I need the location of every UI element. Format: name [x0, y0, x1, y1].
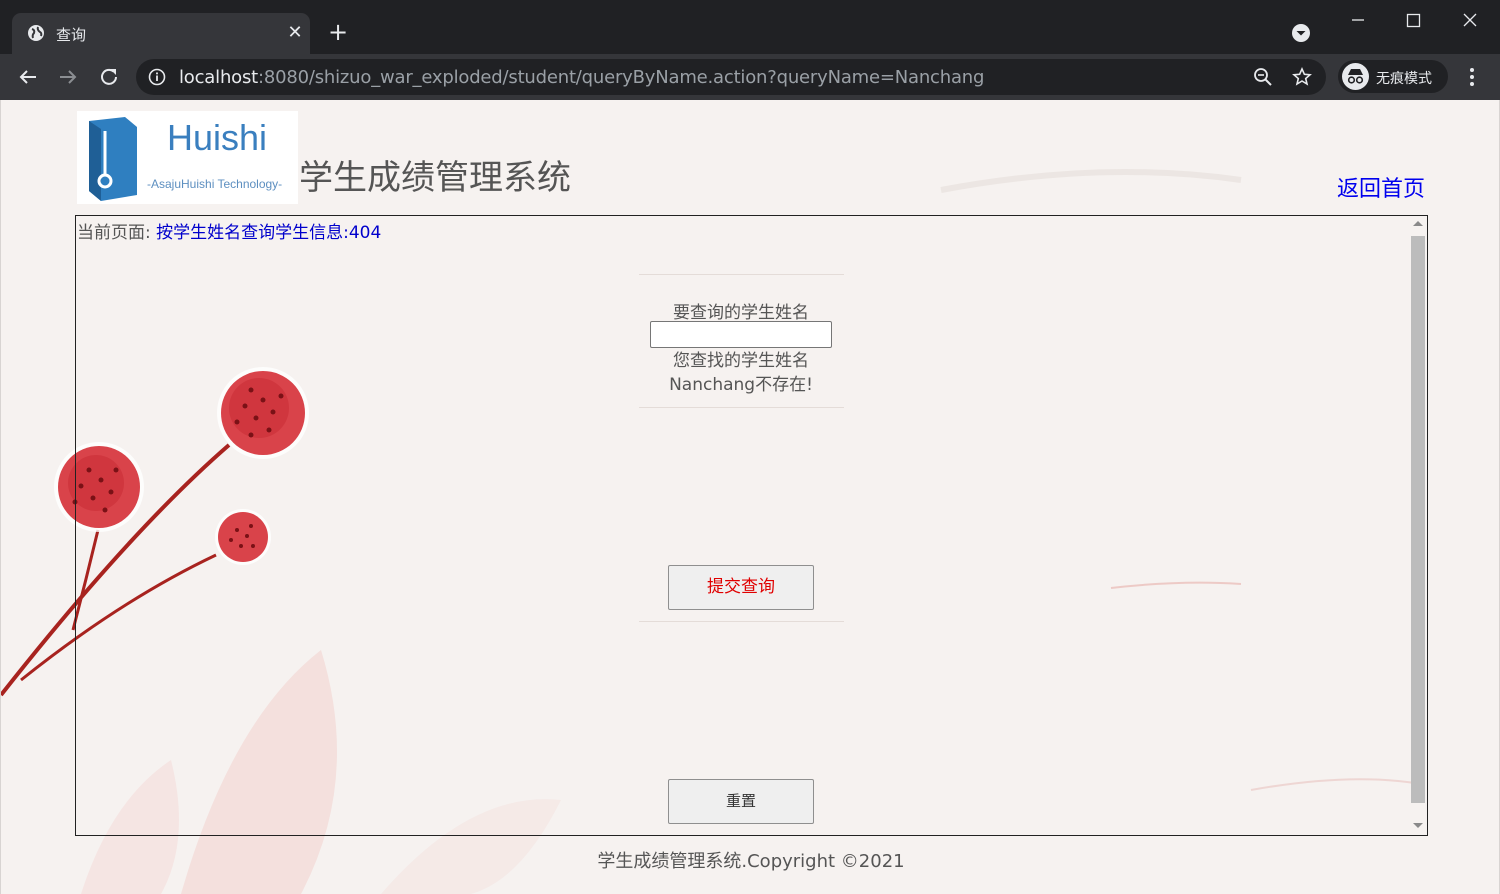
url-path: :8080/shizuo_war_exploded/student/queryB… — [258, 67, 985, 88]
incognito-icon — [1342, 63, 1369, 90]
tab-title: 查询 — [56, 26, 87, 44]
forward-icon[interactable] — [56, 65, 80, 89]
reload-icon[interactable] — [97, 65, 121, 89]
maximize-icon[interactable] — [1401, 8, 1425, 32]
incognito-label: 无痕模式 — [1376, 71, 1432, 87]
message-line-2: Nanchang不存在! — [669, 375, 813, 395]
divider — [639, 274, 844, 275]
back-icon[interactable] — [16, 65, 40, 89]
globe-icon — [28, 25, 44, 41]
logo: Huishi -AsajuHuishi Technology- — [77, 111, 298, 204]
query-name-input[interactable] — [650, 321, 832, 348]
divider — [639, 621, 844, 622]
tab-search-icon[interactable] — [1290, 22, 1312, 44]
not-found-message: 您查找的学生姓名 Nanchang不存在! — [636, 349, 846, 397]
scroll-down-arrow-icon[interactable] — [1413, 823, 1423, 828]
breadcrumb-current: 按学生姓名查询学生信息:404 — [156, 223, 382, 243]
minimize-icon[interactable] — [1346, 8, 1370, 32]
message-line-1: 您查找的学生姓名 — [673, 351, 809, 371]
web-page: Huishi -AsajuHuishi Technology- 学生成绩管理系统… — [0, 100, 1500, 894]
url-host: localhost — [179, 67, 258, 88]
menu-icon[interactable] — [1462, 65, 1482, 89]
plus-icon[interactable]: + — [326, 20, 350, 44]
footer-copyright: 学生成绩管理系统.Copyright ©2021 — [597, 851, 905, 872]
reset-button[interactable]: 重置 — [668, 779, 814, 824]
query-label: 要查询的学生姓名 — [673, 303, 809, 323]
window-close-icon[interactable] — [1458, 8, 1482, 32]
site-title: 学生成绩管理系统 — [299, 158, 571, 198]
info-icon[interactable] — [148, 68, 166, 86]
logo-wordmark: Huishi — [167, 117, 268, 158]
book-logo-icon — [89, 117, 137, 201]
vertical-scrollbar[interactable] — [1410, 217, 1426, 834]
address-bar[interactable]: localhost:8080/shizuo_war_exploded/stude… — [136, 59, 1326, 95]
breadcrumb-prefix: 当前页面: — [77, 223, 151, 243]
breadcrumb: 当前页面: 按学生姓名查询学生信息:404 — [77, 218, 381, 243]
close-icon[interactable]: ✕ — [284, 22, 306, 44]
star-icon[interactable] — [1292, 67, 1312, 87]
url-text: localhost:8080/shizuo_war_exploded/stude… — [179, 67, 984, 88]
scroll-thumb[interactable] — [1411, 236, 1425, 803]
browser-tab[interactable]: 查询 ✕ — [12, 13, 310, 54]
home-link[interactable]: 返回首页 — [1337, 171, 1425, 203]
browser-toolbar: localhost:8080/shizuo_war_exploded/stude… — [0, 54, 1500, 100]
zoom-icon[interactable] — [1253, 67, 1273, 87]
logo-tagline: -AsajuHuishi Technology- — [147, 177, 283, 191]
browser-tab-strip: 查询 ✕ + — [0, 0, 1500, 54]
submit-query-button[interactable]: 提交查询 — [668, 565, 814, 610]
incognito-badge[interactable]: 无痕模式 — [1338, 60, 1448, 93]
scroll-up-arrow-icon[interactable] — [1413, 221, 1423, 226]
divider — [639, 407, 844, 408]
content-frame: 当前页面: 按学生姓名查询学生信息:404 要查询的学生姓名 您查找的学生姓名 … — [75, 215, 1428, 836]
